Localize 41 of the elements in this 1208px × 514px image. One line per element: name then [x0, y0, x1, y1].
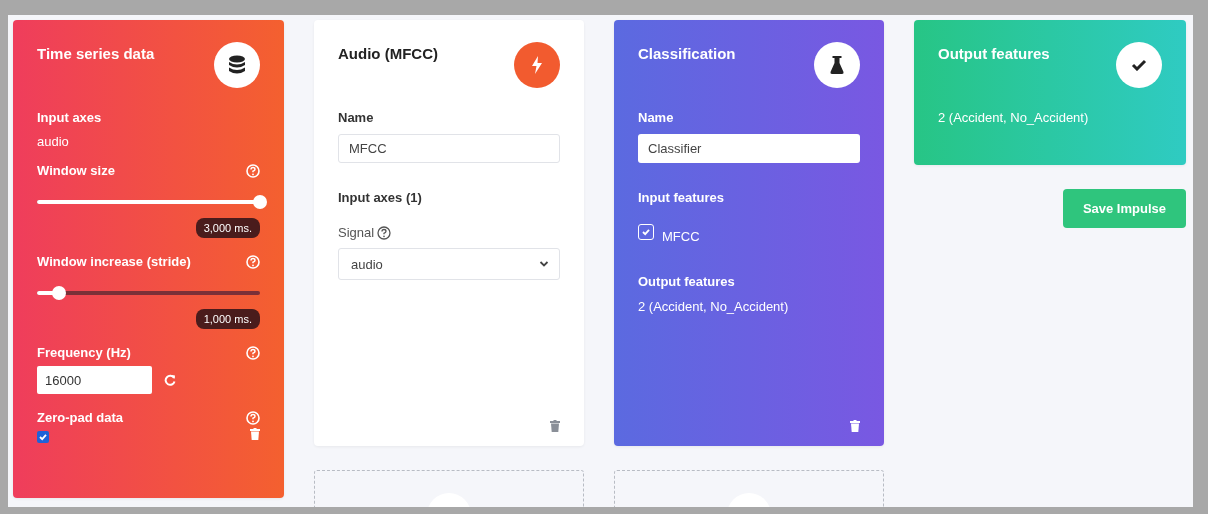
- field-label: Window size: [37, 163, 115, 178]
- frequency-input[interactable]: 16000: [37, 366, 152, 394]
- check-icon: [1116, 42, 1162, 88]
- field-value: 2 (Accident, No_Accident): [638, 299, 790, 314]
- check-icon: [641, 226, 651, 237]
- trash-icon[interactable]: [550, 420, 560, 432]
- block-title: Audio (MFCC): [338, 45, 438, 62]
- name-input[interactable]: Classifier: [638, 134, 860, 163]
- checkbox-label: MFCC: [662, 229, 700, 244]
- slider-value-tooltip: 1,000 ms.: [195, 309, 260, 329]
- database-icon: [214, 42, 260, 88]
- checkbox[interactable]: [37, 431, 49, 443]
- reset-icon[interactable]: [164, 374, 176, 386]
- lightning-icon: [514, 42, 560, 88]
- field-label: Input axes (1): [338, 190, 423, 205]
- field-label: Name: [338, 110, 375, 125]
- slider-value-tooltip: 3,000 ms.: [195, 218, 260, 238]
- block-title: Output features: [938, 45, 1050, 62]
- flask-icon: [814, 42, 860, 88]
- signal-select[interactable]: audio: [338, 248, 560, 280]
- field-label: Zero-pad data: [37, 410, 123, 425]
- check-icon: [38, 432, 48, 442]
- help-icon[interactable]: [377, 225, 392, 240]
- field-label: Name: [638, 110, 675, 125]
- field-value: 2 (Accident, No_Accident): [938, 110, 1090, 125]
- block-title: Classification: [638, 45, 736, 62]
- field-label: Output features: [638, 274, 736, 289]
- block-title: Time series data: [37, 45, 155, 62]
- checkbox[interactable]: [638, 223, 654, 240]
- field-label: Frequency (Hz): [37, 345, 131, 360]
- trash-icon[interactable]: [850, 420, 860, 432]
- field-label: Input features: [638, 190, 725, 205]
- slider-handle[interactable]: [52, 286, 67, 300]
- slider-handle[interactable]: [253, 195, 267, 209]
- trash-icon[interactable]: [250, 428, 260, 440]
- field-label: Signal: [338, 225, 375, 240]
- name-input[interactable]: MFCC: [338, 134, 560, 163]
- field-label: Input axes: [37, 110, 103, 125]
- field-value: audio: [37, 134, 70, 149]
- caret-icon: [539, 260, 549, 268]
- field-label: Window increase (stride): [37, 254, 191, 269]
